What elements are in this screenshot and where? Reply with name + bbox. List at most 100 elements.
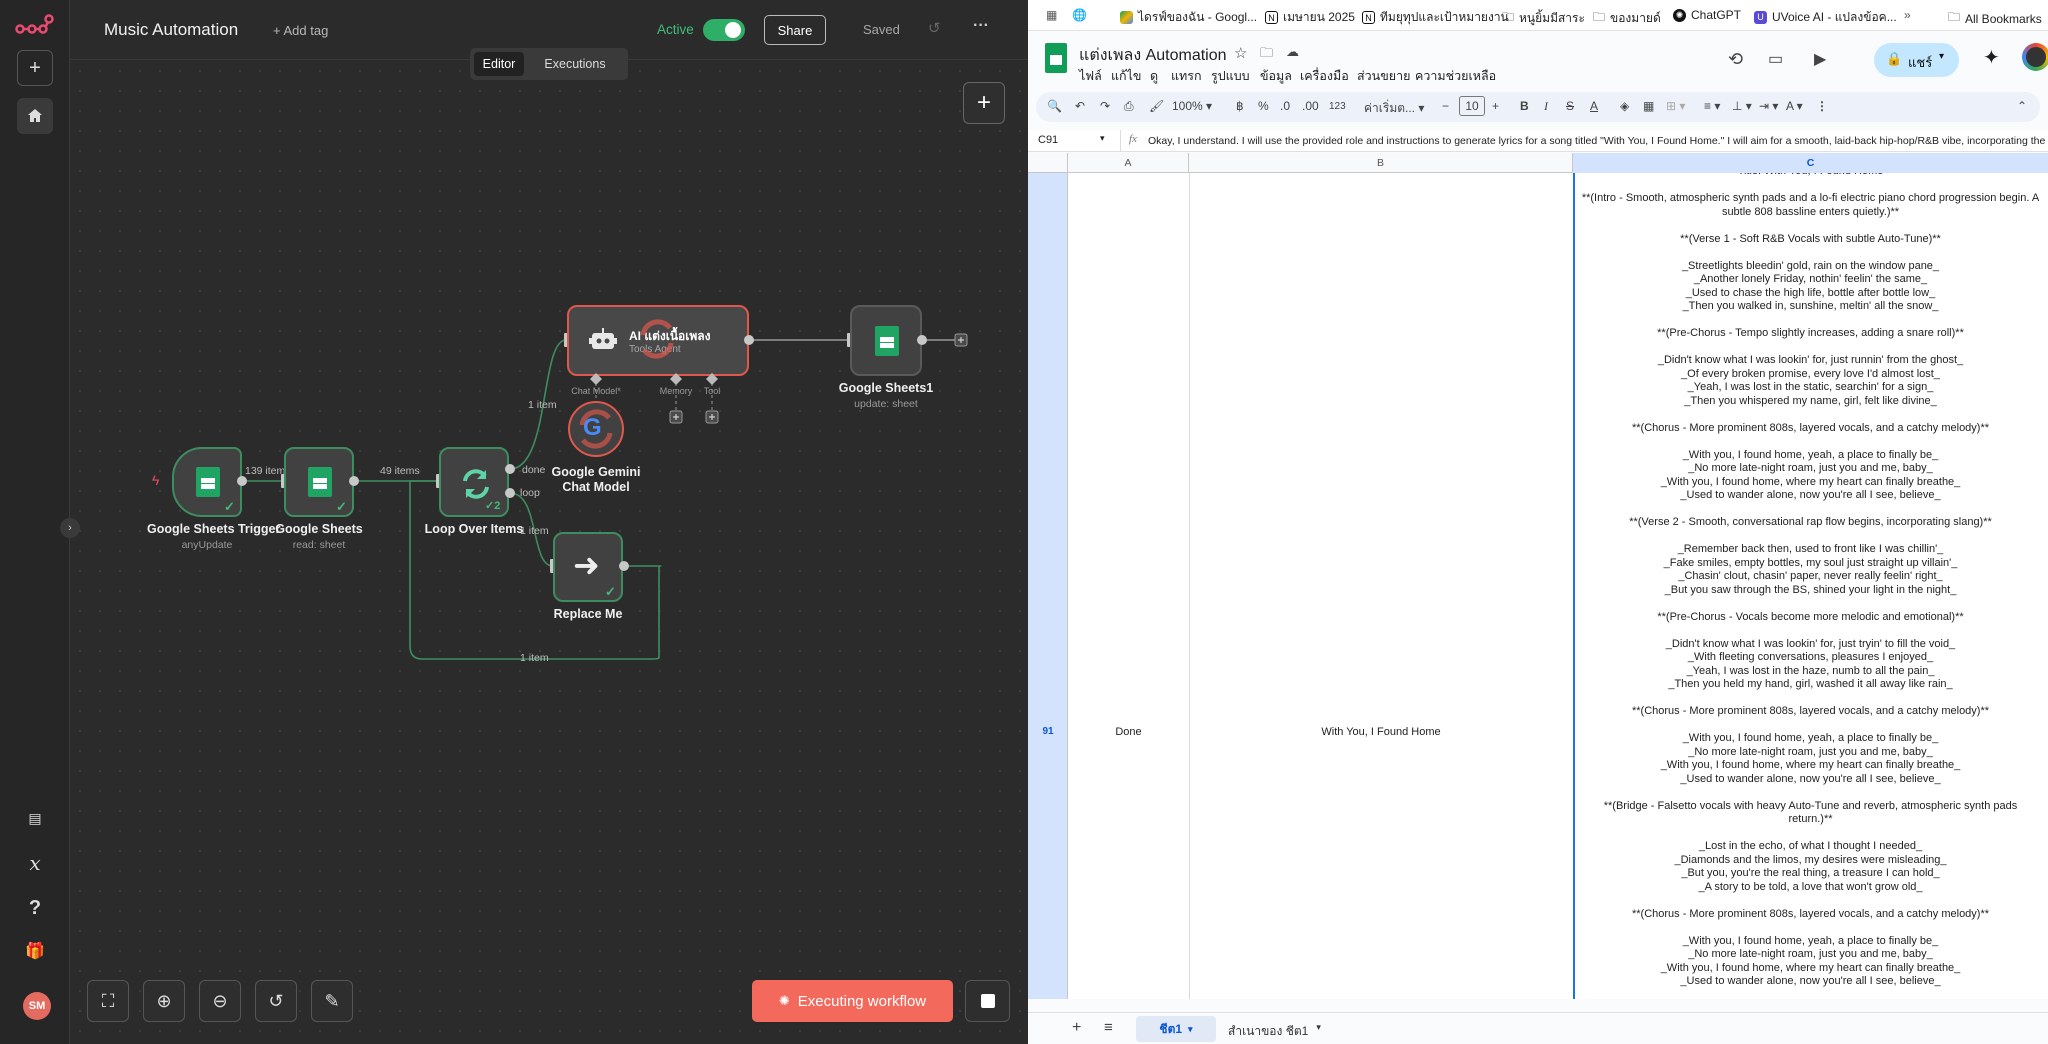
text-color-button[interactable]: A (1590, 99, 1598, 113)
share-button[interactable]: Share (764, 15, 826, 45)
menu-extensions[interactable]: ส่วนขยาย (1357, 66, 1410, 86)
workflow-name[interactable]: Music Automation (104, 20, 238, 40)
strikethrough-button[interactable]: S (1566, 99, 1574, 113)
all-bookmarks[interactable]: 🗀 All Bookmarks (1948, 8, 2042, 29)
node-google-sheets[interactable]: ✓ (284, 447, 354, 517)
n8n-logo[interactable] (15, 14, 55, 38)
star-icon[interactable]: ☆ (1234, 44, 1247, 62)
cell-a91[interactable]: Done (1068, 726, 1189, 738)
slot-tool-diamond[interactable] (706, 373, 718, 385)
font-size-input[interactable]: 10 (1459, 96, 1485, 116)
all-sheets-icon[interactable]: ≡ (1104, 1019, 1113, 1036)
increase-font-size[interactable]: + (1492, 99, 1499, 113)
chevron-down-icon[interactable]: ▾ (1316, 1022, 1321, 1041)
chevron-down-icon[interactable]: ▾ (1188, 1024, 1193, 1035)
more-options-icon[interactable]: ··· (973, 17, 989, 35)
horizontal-align-icon[interactable]: ≡ ▾ (1704, 99, 1720, 113)
account-avatar[interactable] (2022, 43, 2048, 71)
menu-help[interactable]: ความช่วยเหลือ (1415, 66, 1496, 86)
borders-icon[interactable]: ▦ (1643, 99, 1654, 113)
help-icon[interactable]: ? (17, 890, 53, 926)
bookmark-notion-1[interactable]: N เมษายน 2025 (1265, 8, 1355, 27)
output-port[interactable] (619, 561, 629, 571)
column-header-c[interactable]: C (1573, 153, 2048, 173)
text-wrap-icon[interactable]: ⇥ ▾ (1759, 99, 1778, 113)
output-port[interactable] (917, 335, 927, 345)
sheet-tab[interactable]: สำเนาของ ชีต1 ▾ (1228, 1022, 1321, 1041)
bookmark-notion-2[interactable]: N ทีมยุทุปและเป้าหมายงาน (1362, 8, 1509, 27)
spreadsheet-grid[interactable]: 91 Done With You, I Found Home Title: Wi… (1028, 173, 2048, 999)
increase-decimal[interactable]: .00 (1302, 99, 1319, 113)
executing-workflow-button[interactable]: ✺ Executing workflow (752, 980, 953, 1022)
search-menus-icon[interactable]: 🔍 (1047, 99, 1062, 113)
tidy-up-button[interactable]: ✎ (311, 980, 353, 1022)
slot-chat-model-diamond[interactable] (590, 373, 602, 385)
expand-panel-icon[interactable]: › (60, 518, 80, 538)
apps-grid-icon[interactable]: ▦ (1046, 8, 1057, 22)
add-sheet-button[interactable]: + (1072, 1019, 1081, 1037)
node-ai-agent[interactable]: AI แต่งเนื้อเพลง Tools Agent (567, 305, 749, 376)
name-box-dropdown-icon[interactable]: ▾ (1100, 133, 1105, 144)
menu-file[interactable]: ไฟล์ (1079, 66, 1102, 86)
avatar[interactable]: SM (23, 992, 51, 1020)
percent-format[interactable]: % (1258, 99, 1269, 113)
slot-memory-diamond[interactable] (670, 373, 682, 385)
add-button[interactable]: + (17, 50, 53, 86)
menu-edit[interactable]: แก้ไข (1111, 66, 1141, 86)
output-port[interactable] (349, 476, 359, 486)
gemini-icon[interactable]: ✦ (1983, 45, 2000, 70)
more-formats[interactable]: 123 (1329, 101, 1346, 112)
more-tools-icon[interactable]: ⋮ (1816, 99, 1828, 113)
font-select[interactable]: ค่าเริ่มต... ▾ (1364, 99, 1424, 118)
active-toggle[interactable] (703, 19, 745, 41)
bold-button[interactable]: B (1520, 99, 1529, 113)
decrease-decimal[interactable]: .0 (1280, 99, 1290, 113)
merge-cells-icon[interactable]: ⊞ ▾ (1666, 99, 1685, 113)
node-loop-over-items[interactable]: ✓2 (439, 447, 509, 517)
zoom-in-button[interactable]: ⊕ (143, 980, 185, 1022)
more-bookmarks-icon[interactable]: » (1904, 8, 1911, 22)
output-port-done[interactable] (505, 464, 515, 474)
italic-button[interactable]: I (1544, 99, 1548, 114)
bookmark-chatgpt[interactable]: ✺ ChatGPT (1673, 8, 1741, 22)
stop-button[interactable] (965, 980, 1010, 1022)
bookmark-folder-2[interactable]: 🗀 ของมายด์ (1593, 8, 1661, 29)
globe-icon[interactable]: 🌐 (1072, 8, 1087, 22)
node-google-gemini[interactable]: G (568, 401, 624, 457)
collapse-menu-icon[interactable]: ⌃ (2017, 99, 2027, 113)
node-replace-me[interactable]: ➜ ✓ (553, 532, 623, 602)
node-google-sheets1[interactable] (850, 305, 922, 376)
output-port-loop[interactable] (505, 488, 515, 498)
meet-icon[interactable]: ▶ (1814, 49, 1826, 69)
output-port[interactable] (237, 476, 247, 486)
gift-icon[interactable]: 🎁 (17, 933, 53, 969)
zoom-select[interactable]: 100% ▾ (1172, 99, 1212, 113)
vertical-align-icon[interactable]: ⊥ ▾ (1732, 99, 1752, 113)
redo-icon[interactable]: ↷ (1100, 99, 1110, 113)
currency-format[interactable]: ฿ (1236, 99, 1244, 113)
chevron-down-icon[interactable]: ▾ (1939, 51, 1944, 62)
menu-tools[interactable]: เครื่องมือ (1300, 66, 1349, 86)
column-header-a[interactable]: A (1068, 153, 1189, 173)
undo-icon[interactable]: ↶ (1075, 99, 1085, 113)
select-all-corner[interactable] (1028, 153, 1068, 173)
formula-input[interactable]: Okay, I understand. I will use the provi… (1148, 135, 2048, 147)
templates-icon[interactable]: ▤ (17, 800, 53, 836)
fit-view-button[interactable]: ⛶ (87, 980, 129, 1022)
reset-zoom-button[interactable]: ↺ (255, 980, 297, 1022)
add-tag-link[interactable]: + Add tag (273, 23, 328, 38)
variables-icon[interactable]: 𝑥 (17, 845, 53, 881)
cell-b91[interactable]: With You, I Found Home (1189, 726, 1573, 738)
menu-format[interactable]: รูปแบบ (1211, 66, 1250, 86)
menu-view[interactable]: ดู (1150, 66, 1158, 86)
decrease-font-size[interactable]: − (1442, 99, 1449, 113)
menu-data[interactable]: ข้อมูล (1260, 66, 1292, 86)
comments-icon[interactable]: ▭ (1768, 49, 1783, 69)
home-icon[interactable] (17, 98, 53, 134)
sheets-logo-icon[interactable] (1045, 43, 1067, 73)
menu-insert[interactable]: แทรก (1171, 66, 1202, 86)
text-rotation-icon[interactable]: A ▾ (1786, 99, 1803, 113)
column-header-b[interactable]: B (1189, 153, 1573, 173)
sheet-tab-active[interactable]: ชีต1 ▾ (1136, 1016, 1216, 1042)
print-icon[interactable]: ⎙ (1124, 99, 1134, 114)
